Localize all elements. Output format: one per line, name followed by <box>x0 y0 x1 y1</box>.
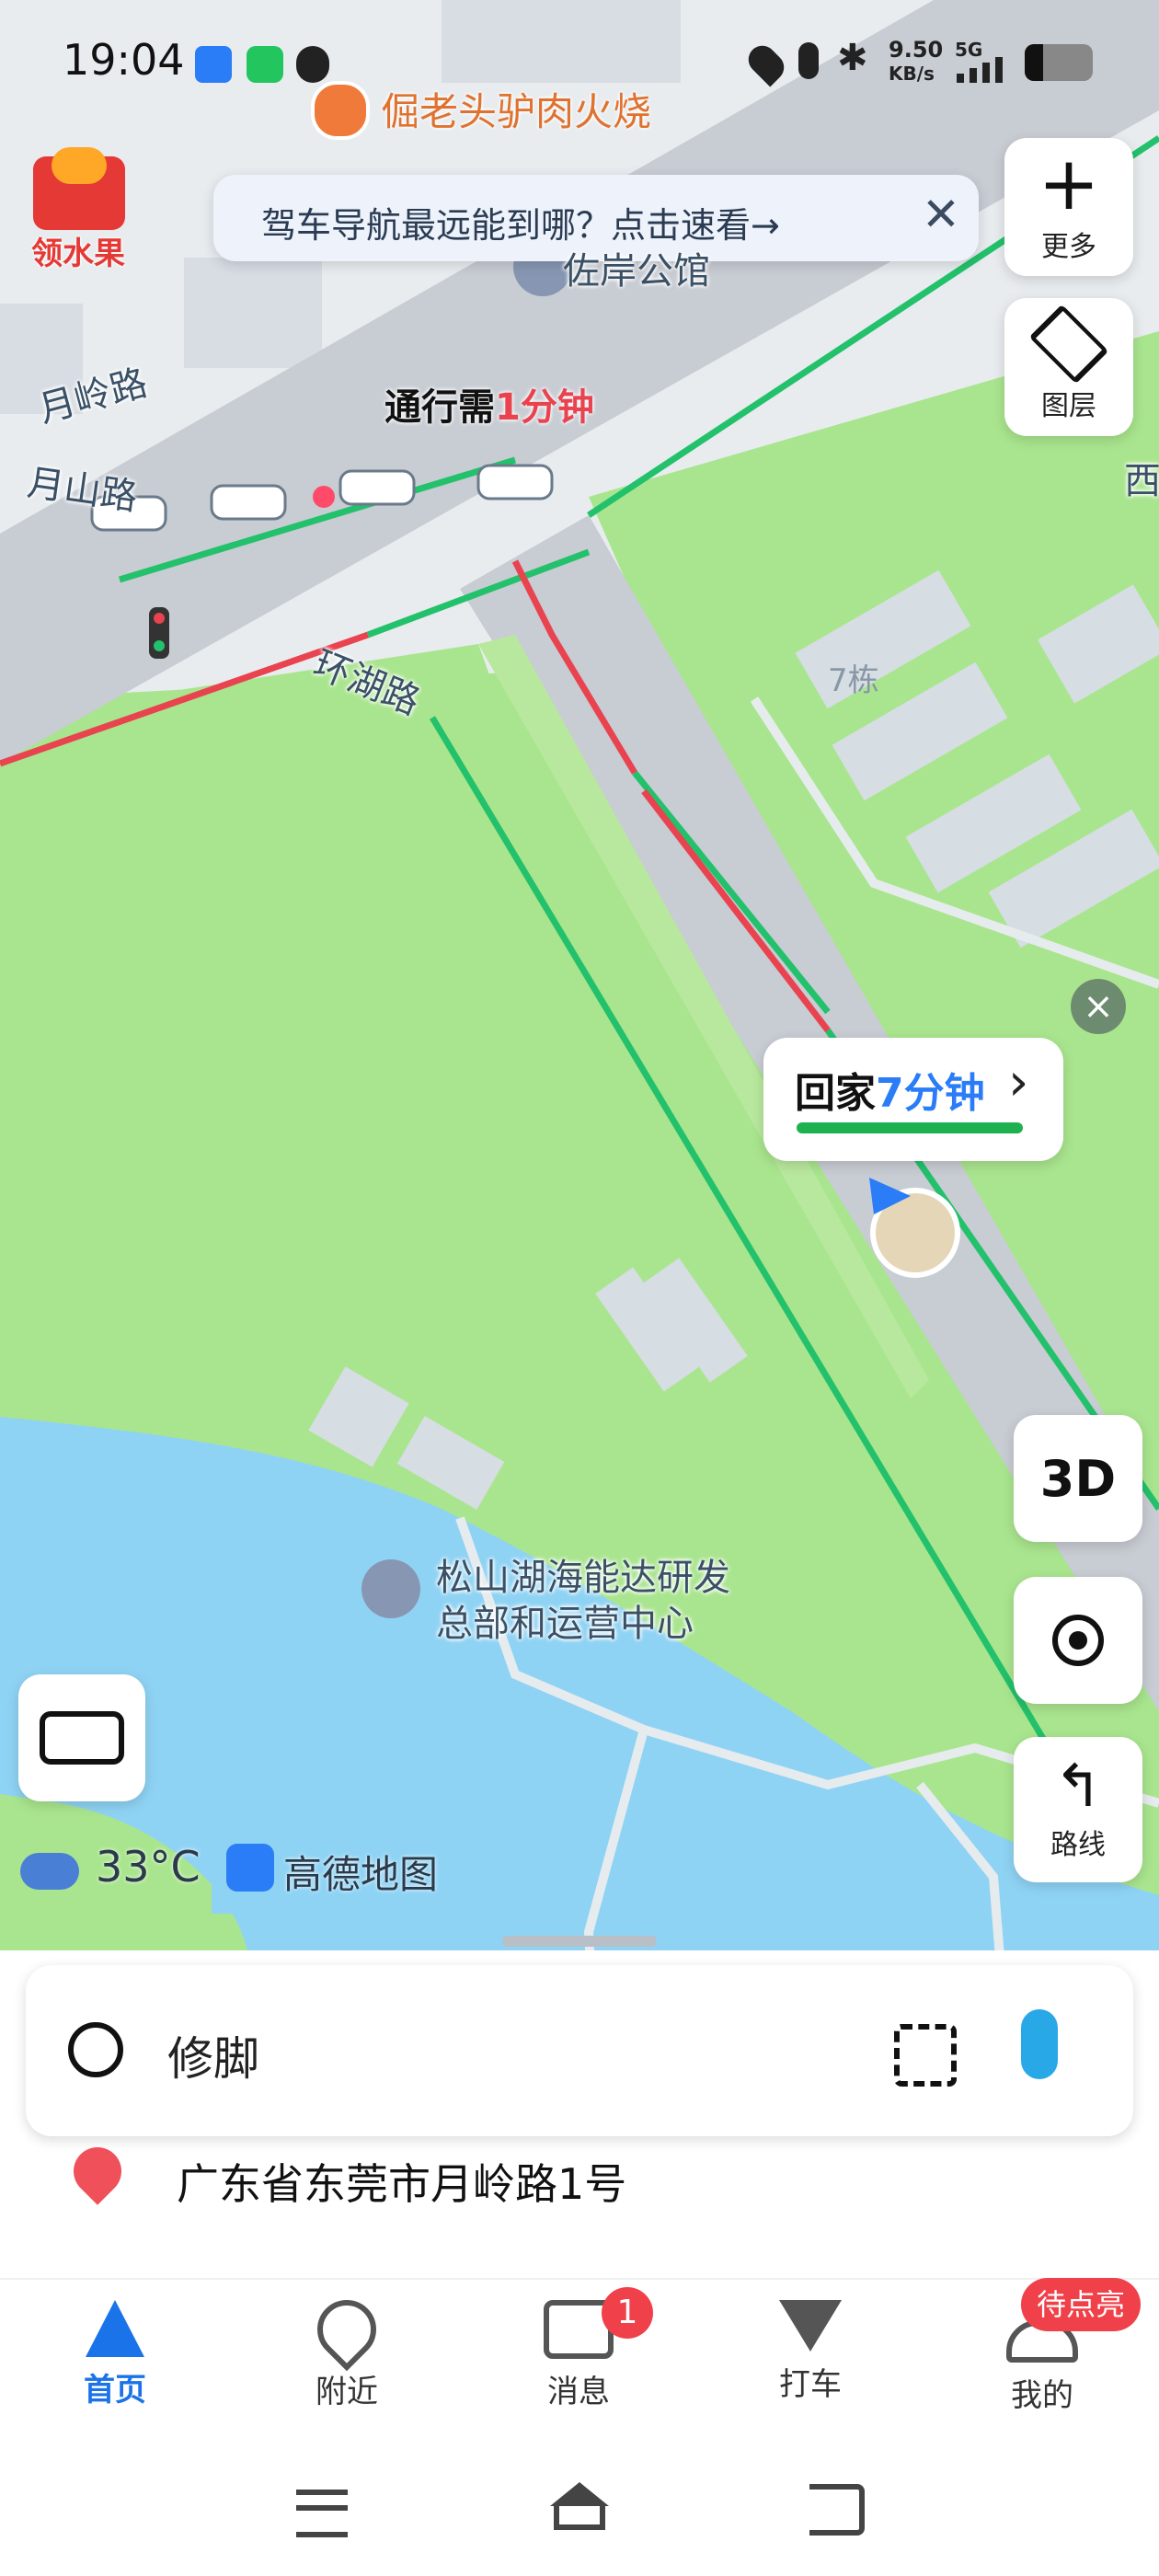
traffic-tip: 通行需1分钟 <box>384 377 594 431</box>
search-input[interactable]: 修脚 <box>167 2022 259 2088</box>
more-label: 更多 <box>1041 231 1096 263</box>
message-badge: 1 <box>602 2287 653 2339</box>
profile-badge: 待点亮 <box>1021 2278 1141 2331</box>
promo-badge-label: 领水果 <box>31 236 125 272</box>
car-phone-icon <box>40 1711 124 1765</box>
home-prefix: 回家 <box>795 1070 876 1117</box>
net-speed: 9.50 <box>889 37 944 63</box>
location-status-icon <box>742 40 790 87</box>
brand-name: 高德地图 <box>283 1852 439 1897</box>
current-address[interactable]: 广东省东莞市月岭路1号 <box>177 2151 626 2212</box>
vehicle-button[interactable] <box>18 1674 145 1801</box>
nav-messages-label: 消息 <box>547 2374 610 2410</box>
poi-restaurant-name[interactable]: 倔老头驴肉火烧 <box>381 81 651 137</box>
voice-mic-icon[interactable] <box>1021 2009 1058 2079</box>
divider <box>0 2278 1159 2280</box>
home-time: 7分钟 <box>876 1070 985 1117</box>
3d-button[interactable]: 3D <box>1014 1415 1142 1542</box>
campus-label-line2: 总部和运营中心 <box>436 1603 694 1645</box>
scan-icon[interactable] <box>894 2024 957 2087</box>
plus-icon: + <box>1038 141 1100 226</box>
system-home-icon[interactable] <box>550 2482 609 2530</box>
nav-nearby-label: 附近 <box>316 2374 378 2410</box>
mic-status-icon <box>798 42 819 79</box>
fork-knife-icon[interactable] <box>311 81 370 140</box>
nav-taxi[interactable]: 打车 <box>732 2300 889 2404</box>
building <box>184 258 322 368</box>
nav-nearby[interactable]: 附近 <box>269 2287 425 2411</box>
net-speed-unit: KB/s <box>889 63 935 85</box>
signal-icon <box>957 57 1010 83</box>
route-arrow-icon: ↰ <box>1053 1753 1103 1821</box>
nav-taxi-label: 打车 <box>779 2366 842 2403</box>
app-notif-icon <box>195 46 232 83</box>
taxi-icon <box>779 2300 842 2352</box>
banner-text: 驾车导航最远能到哪？点击速看→ <box>261 205 780 246</box>
more-button[interactable]: + 更多 <box>1004 138 1133 276</box>
traffic-tip-prefix: 通行需 <box>384 386 495 429</box>
west-label: 西 <box>1124 460 1159 502</box>
fruit-icon <box>52 147 107 184</box>
chevron-right-icon: › <box>1008 1052 1029 1112</box>
search-icon <box>68 2022 123 2077</box>
nav-home-label: 首页 <box>84 2372 146 2409</box>
battery-icon <box>1025 44 1093 81</box>
pin-outline-icon <box>304 2287 389 2372</box>
building-label: 佐岸公馆 <box>563 250 710 293</box>
back-icon[interactable] <box>809 2484 865 2536</box>
cloud-icon <box>20 1853 79 1890</box>
close-banner-icon[interactable]: ✕ <box>922 188 960 241</box>
close-icon[interactable]: × <box>1071 979 1126 1034</box>
crosshair-icon <box>1052 1615 1104 1666</box>
bluetooth-icon: ✱ <box>837 37 868 79</box>
drag-handle[interactable] <box>502 1936 657 1947</box>
home-arrow-icon <box>86 2300 144 2357</box>
nav-home[interactable]: 首页 <box>37 2300 193 2409</box>
3d-label: 3D <box>1039 1449 1117 1508</box>
temperature: 33°C <box>96 1842 201 1892</box>
go-home-bubble[interactable]: 回家7分钟 › <box>763 1038 1063 1161</box>
menu-icon[interactable] <box>296 2490 348 2537</box>
qq-icon <box>296 46 329 83</box>
campus-poi-icon <box>361 1559 420 1618</box>
layers-label: 图层 <box>1041 390 1096 422</box>
fruit-gift-badge[interactable]: 领水果 <box>24 147 134 272</box>
home-traffic-bar <box>797 1122 1023 1133</box>
route-point <box>313 486 335 508</box>
clock: 19:04 <box>63 35 185 85</box>
nav-profile-label: 我的 <box>1011 2377 1073 2414</box>
traffic-tip-value: 1分钟 <box>495 386 594 429</box>
route-button[interactable]: ↰ 路线 <box>1014 1737 1142 1882</box>
locate-button[interactable] <box>1014 1577 1142 1704</box>
search-box[interactable]: 修脚 <box>26 1965 1133 2136</box>
light-green <box>154 640 165 651</box>
block-label: 7栋 <box>828 662 879 699</box>
layers-button[interactable]: 图层 <box>1004 298 1133 436</box>
wechat-icon <box>247 46 283 83</box>
light-red <box>154 613 165 624</box>
home-bubble-text: 回家7分钟 <box>795 1060 985 1119</box>
layers-icon <box>1028 304 1109 385</box>
route-label: 路线 <box>1050 1829 1106 1861</box>
amap-logo-icon <box>226 1844 274 1892</box>
